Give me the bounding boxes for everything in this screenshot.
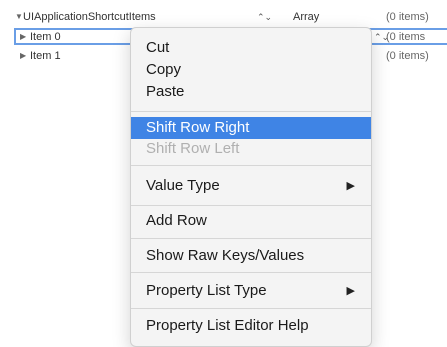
menu-item-label: Value Type [146, 177, 220, 194]
plist-value: (0 items) [386, 11, 429, 23]
menu-item-add-row[interactable]: Add Row [131, 210, 371, 232]
menu-separator [131, 238, 371, 239]
plist-key: Item 0 [30, 31, 61, 43]
menu-item-value-type[interactable]: Value Type ▶ [131, 175, 371, 197]
plist-value: (0 items) [386, 50, 429, 62]
disclosure-triangle-right-icon[interactable]: ▶ [20, 47, 26, 65]
menu-separator [131, 272, 371, 273]
submenu-arrow-icon: ▶ [346, 180, 355, 192]
menu-item-property-list-type[interactable]: Property List Type ▶ [131, 280, 371, 302]
plist-type: Array [293, 11, 320, 23]
menu-separator [131, 111, 371, 112]
menu-item-show-raw-keys[interactable]: Show Raw Keys/Values [131, 245, 371, 267]
menu-separator [131, 205, 371, 206]
menu-separator [131, 308, 371, 309]
context-menu: Cut Copy Paste Shift Row Right Shift Row… [130, 27, 372, 347]
menu-item-label: Property List Type [146, 282, 267, 299]
menu-item-editor-help[interactable]: Property List Editor Help [131, 315, 371, 337]
plist-row-shortcut-items[interactable]: ▼ UIApplicationShortcutItems ⌃⌄ Array (0… [0, 8, 447, 26]
disclosure-triangle-down-icon[interactable]: ▼ [15, 8, 23, 26]
menu-item-cut[interactable]: Cut [131, 37, 371, 59]
disclosure-triangle-right-icon[interactable]: ▶ [20, 28, 26, 46]
plist-key: UIApplicationShortcutItems [23, 11, 156, 23]
menu-item-shift-row-right[interactable]: Shift Row Right [131, 117, 371, 139]
menu-item-paste[interactable]: Paste [131, 81, 371, 103]
menu-item-copy[interactable]: Copy [131, 59, 371, 81]
plist-value: (0 items [386, 31, 426, 43]
plist-key: Item 1 [30, 50, 61, 62]
menu-item-shift-row-left[interactable]: Shift Row Left [131, 138, 371, 160]
type-stepper-icon[interactable]: ⌃⌄ [257, 8, 272, 26]
submenu-arrow-icon: ▶ [346, 285, 355, 297]
menu-separator [131, 165, 371, 166]
